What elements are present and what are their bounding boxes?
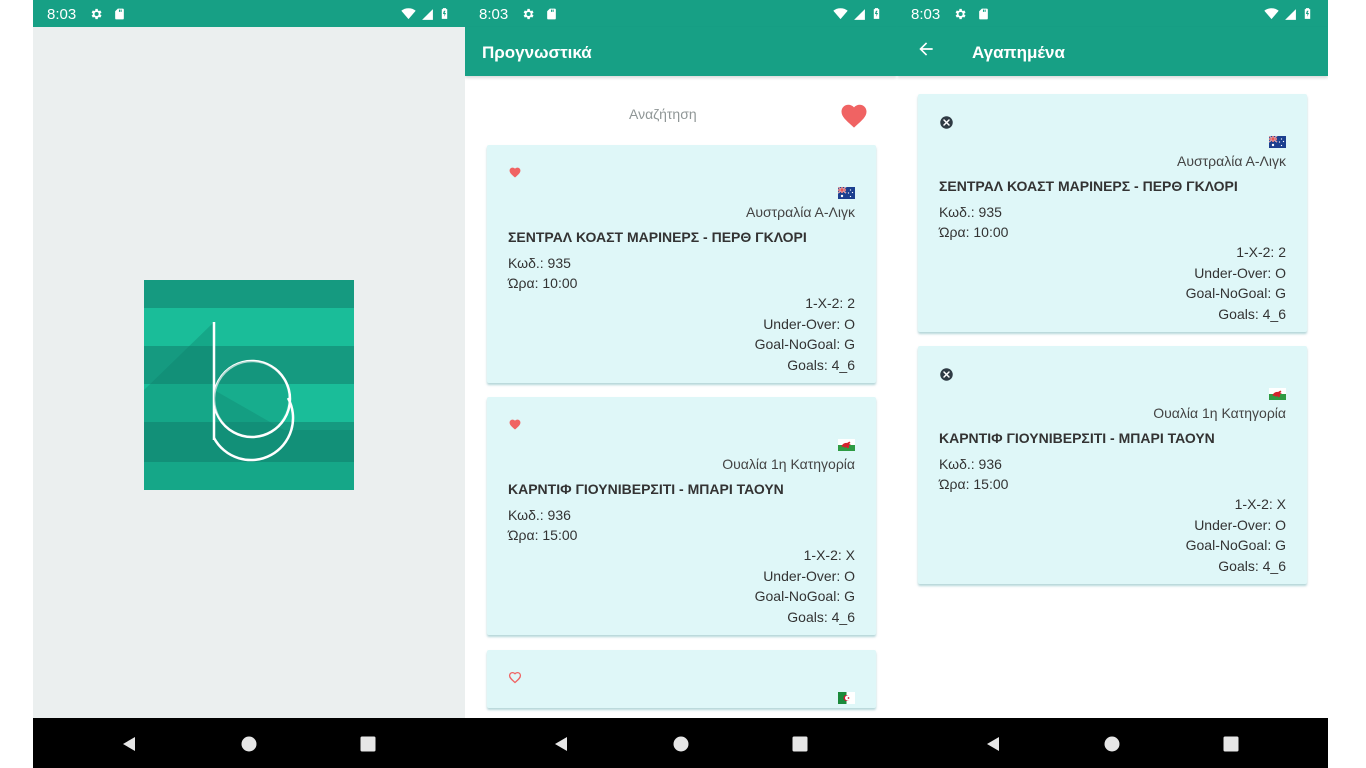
tip-1x2: 1-Χ-2: 2: [805, 295, 855, 311]
system-icons: [832, 6, 883, 25]
match-title: ΚΑΡΝΤΙΦ ΓΙΟΥΝΙΒΕΡΣΙΤΙ - ΜΠΑΡΙ ΤΑΟΥΝ: [939, 430, 1215, 446]
back-triangle-icon[interactable]: [121, 736, 137, 752]
cell-signal-icon: [1284, 8, 1297, 21]
status-bar: 8:03: [33, 0, 465, 27]
predictions-screen: 8:03 Προγνωστικά Αναζήτηση Αυστραλία Α-Λ…: [465, 0, 897, 768]
sd-card-icon: [545, 7, 558, 21]
search-input[interactable]: Αναζήτηση: [629, 106, 697, 122]
match-code: Κωδ.: 935: [939, 204, 1002, 220]
tip-goals: Goals: 4_6: [1218, 558, 1286, 574]
navigation-bar: [465, 718, 897, 768]
home-circle-icon[interactable]: [1104, 736, 1120, 752]
system-icons: [400, 6, 451, 25]
heart-filled-icon[interactable]: [508, 418, 522, 431]
match-card[interactable]: [487, 650, 876, 708]
match-code: Κωδ.: 935: [508, 255, 571, 271]
navigation-bar: [33, 718, 465, 768]
tip-1x2: 1-Χ-2: 2: [1236, 244, 1286, 260]
league-name: Αυστραλία Α-Λιγκ: [745, 204, 855, 220]
splash-screen: 8:03: [33, 0, 465, 768]
tip-under-over: Under-Over: O: [1194, 517, 1286, 533]
wales-flag-icon: [1269, 388, 1286, 400]
tip-1x2: 1-Χ-2: X: [1234, 496, 1286, 512]
wifi-icon: [400, 6, 417, 21]
status-bar: 8:03: [465, 0, 897, 27]
tip-goals: Goals: 4_6: [1218, 306, 1286, 322]
match-time: Ώρα: 15:00: [508, 527, 578, 543]
tip-under-over: Under-Over: O: [1194, 265, 1286, 281]
tip-goal-nogoal: Goal-NoGoal: G: [1185, 537, 1286, 553]
australia-flag-icon: [1269, 136, 1286, 148]
navigation-bar: [897, 718, 1328, 768]
gear-icon: [89, 7, 103, 21]
tip-goal-nogoal: Goal-NoGoal: G: [754, 588, 855, 604]
remove-circle-icon[interactable]: [939, 367, 954, 382]
league-name: Ουαλία 1η Κατηγορία: [722, 456, 855, 472]
match-title: ΣΕΝΤΡΑΛ ΚΟΑΣΤ ΜΑΡΙΝΕΡΣ - ΠΕΡΘ ΓΚΛΟΡΙ: [508, 229, 807, 245]
favorites-heart-icon[interactable]: [838, 101, 870, 131]
australia-flag-icon: [838, 187, 855, 199]
page-title: Προγνωστικά: [482, 43, 592, 62]
match-card[interactable]: Αυστραλία Α-Λιγκ ΣΕΝΤΡΑΛ ΚΟΑΣΤ ΜΑΡΙΝΕΡΣ …: [487, 145, 876, 383]
match-code: Κωδ.: 936: [508, 507, 571, 523]
heart-outline-icon[interactable]: [508, 671, 522, 684]
battery-icon: [870, 6, 883, 21]
home-circle-icon[interactable]: [673, 736, 689, 752]
league-name: Αυστραλία Α-Λιγκ: [1176, 153, 1286, 169]
home-circle-icon[interactable]: [241, 736, 257, 752]
favorite-card[interactable]: Αυστραλία Α-Λιγκ ΣΕΝΤΡΑΛ ΚΟΑΣΤ ΜΑΡΙΝΕΡΣ …: [918, 94, 1307, 332]
tip-goals: Goals: 4_6: [787, 609, 855, 625]
status-time: 8:03: [47, 6, 77, 23]
status-time: 8:03: [911, 6, 941, 23]
battery-icon: [438, 6, 451, 21]
app-bar: Αγαπημένα: [897, 27, 1328, 76]
gear-icon: [953, 7, 967, 21]
remove-circle-icon[interactable]: [939, 115, 954, 130]
match-card[interactable]: Ουαλία 1η Κατηγορία ΚΑΡΝΤΙΦ ΓΙΟΥΝΙΒΕΡΣΙΤ…: [487, 397, 876, 635]
favorites-screen: 8:03 Αγαπημένα Αυστραλία Α-Λιγκ ΣΕΝΤΡΑΛ …: [897, 0, 1328, 768]
back-triangle-icon[interactable]: [553, 736, 569, 752]
league-name: Ουαλία 1η Κατηγορία: [1153, 405, 1286, 421]
match-title: ΚΑΡΝΤΙΦ ΓΙΟΥΝΙΒΕΡΣΙΤΙ - ΜΠΑΡΙ ΤΑΟΥΝ: [508, 481, 784, 497]
status-time: 8:03: [479, 6, 509, 23]
tip-goal-nogoal: Goal-NoGoal: G: [754, 336, 855, 352]
sd-card-icon: [113, 7, 126, 21]
tip-goals: Goals: 4_6: [787, 357, 855, 373]
battery-icon: [1301, 6, 1314, 21]
match-time: Ώρα: 10:00: [939, 224, 1009, 240]
match-title: ΣΕΝΤΡΑΛ ΚΟΑΣΤ ΜΑΡΙΝΕΡΣ - ΠΕΡΘ ΓΚΛΟΡΙ: [939, 178, 1238, 194]
algeria-flag-icon: [838, 692, 855, 704]
system-icons: [1263, 6, 1314, 25]
favorite-card[interactable]: Ουαλία 1η Κατηγορία ΚΑΡΝΤΙΦ ΓΙΟΥΝΙΒΕΡΣΙΤ…: [918, 346, 1307, 584]
tip-under-over: Under-Over: O: [763, 568, 855, 584]
back-triangle-icon[interactable]: [985, 736, 1001, 752]
cell-signal-icon: [853, 8, 866, 21]
wales-flag-icon: [838, 439, 855, 451]
app-bar: Προγνωστικά: [465, 27, 897, 76]
tip-1x2: 1-Χ-2: X: [803, 547, 855, 563]
sd-card-icon: [977, 7, 990, 21]
app-logo: [144, 280, 354, 490]
cell-signal-icon: [421, 8, 434, 21]
heart-filled-icon[interactable]: [508, 166, 522, 179]
recents-square-icon[interactable]: [1223, 736, 1239, 752]
page-title: Αγαπημένα: [972, 43, 1065, 62]
match-time: Ώρα: 15:00: [939, 476, 1009, 492]
tip-goal-nogoal: Goal-NoGoal: G: [1185, 285, 1286, 301]
wifi-icon: [832, 6, 849, 21]
recents-square-icon[interactable]: [360, 736, 376, 752]
gear-icon: [521, 7, 535, 21]
back-arrow-icon[interactable]: [916, 39, 936, 59]
status-bar: 8:03: [897, 0, 1328, 27]
match-time: Ώρα: 10:00: [508, 275, 578, 291]
match-code: Κωδ.: 936: [939, 456, 1002, 472]
tip-under-over: Under-Over: O: [763, 316, 855, 332]
recents-square-icon[interactable]: [792, 736, 808, 752]
wifi-icon: [1263, 6, 1280, 21]
